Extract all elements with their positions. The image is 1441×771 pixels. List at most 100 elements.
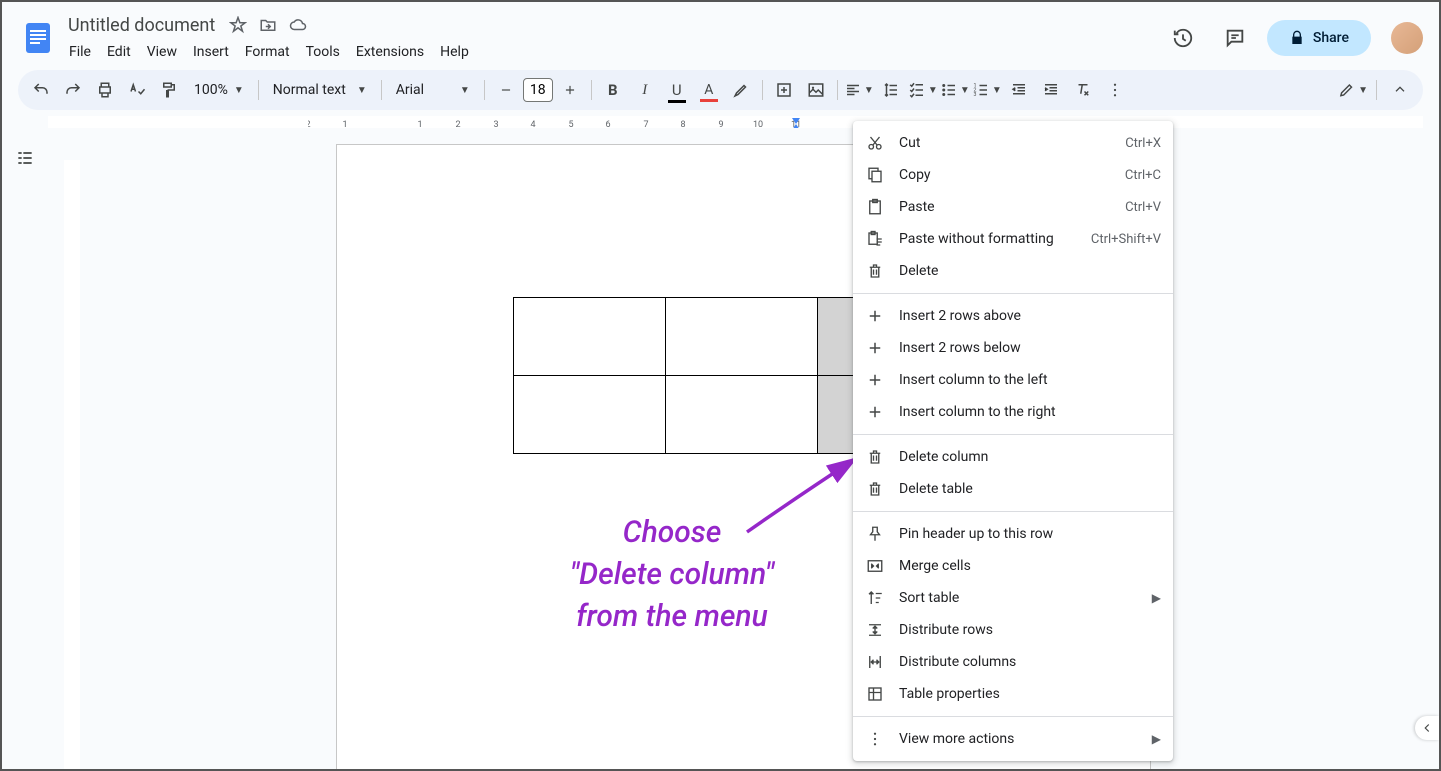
context-menu-item-insert-column-to-the-left[interactable]: Insert column to the left bbox=[853, 364, 1173, 396]
table-cell[interactable] bbox=[666, 298, 818, 376]
context-menu-item-delete[interactable]: Delete bbox=[853, 255, 1173, 287]
document-title[interactable]: Untitled document bbox=[62, 13, 221, 38]
menu-insert[interactable]: Insert bbox=[186, 40, 236, 64]
paint-format-button[interactable] bbox=[154, 75, 184, 105]
context-menu-item-distribute-columns[interactable]: Distribute columns bbox=[853, 646, 1173, 678]
checklist-button[interactable]: ▼ bbox=[908, 75, 938, 105]
context-menu-shortcut: Ctrl+X bbox=[1125, 136, 1161, 151]
context-menu-label: Sort table bbox=[899, 590, 1152, 606]
context-menu-item-copy[interactable]: CopyCtrl+C bbox=[853, 159, 1173, 191]
move-icon[interactable] bbox=[259, 16, 277, 34]
history-icon[interactable] bbox=[1163, 18, 1203, 58]
italic-button[interactable]: I bbox=[630, 75, 660, 105]
menu-format[interactable]: Format bbox=[238, 40, 297, 64]
context-menu: CutCtrl+XCopyCtrl+CPasteCtrl+VPaste with… bbox=[853, 121, 1173, 761]
context-menu-label: View more actions bbox=[899, 731, 1152, 747]
redo-button[interactable] bbox=[58, 75, 88, 105]
menu-view[interactable]: View bbox=[140, 40, 184, 64]
share-button[interactable]: Share bbox=[1267, 20, 1371, 56]
table-cell[interactable] bbox=[514, 298, 666, 376]
zoom-dropdown[interactable]: 100%▼ bbox=[186, 82, 252, 98]
context-menu-label: Distribute columns bbox=[899, 654, 1161, 670]
star-icon[interactable] bbox=[229, 16, 247, 34]
context-menu-item-cut[interactable]: CutCtrl+X bbox=[853, 127, 1173, 159]
context-menu-label: Table properties bbox=[899, 686, 1161, 702]
table-cell[interactable] bbox=[514, 376, 666, 454]
sort-icon bbox=[865, 588, 885, 608]
menu-help[interactable]: Help bbox=[433, 40, 476, 64]
context-menu-item-view-more-actions[interactable]: View more actions▶ bbox=[853, 723, 1173, 755]
context-menu-item-insert-2-rows-above[interactable]: Insert 2 rows above bbox=[853, 300, 1173, 332]
insert-image-button[interactable] bbox=[801, 75, 831, 105]
menubar: File Edit View Insert Format Tools Exten… bbox=[62, 40, 1163, 64]
clear-formatting-button[interactable] bbox=[1068, 75, 1098, 105]
font-dropdown[interactable]: Arial▼ bbox=[388, 82, 478, 98]
trash-icon bbox=[865, 261, 885, 281]
context-menu-item-table-properties[interactable]: Table properties bbox=[853, 678, 1173, 710]
editing-mode-button[interactable]: ▼ bbox=[1338, 75, 1368, 105]
context-menu-item-insert-column-to-the-right[interactable]: Insert column to the right bbox=[853, 396, 1173, 428]
align-button[interactable]: ▼ bbox=[844, 75, 874, 105]
paste-icon bbox=[865, 197, 885, 217]
print-button[interactable] bbox=[90, 75, 120, 105]
underline-button[interactable]: U bbox=[662, 75, 692, 105]
menu-tools[interactable]: Tools bbox=[299, 40, 347, 64]
paragraph-style-dropdown[interactable]: Normal text▼ bbox=[265, 82, 375, 98]
copy-icon bbox=[865, 165, 885, 185]
context-menu-item-distribute-rows[interactable]: Distribute rows bbox=[853, 614, 1173, 646]
vertical-ruler[interactable] bbox=[64, 160, 80, 769]
bold-button[interactable]: B bbox=[598, 75, 628, 105]
indent-decrease-button[interactable] bbox=[1004, 75, 1034, 105]
font-size-input[interactable] bbox=[523, 78, 553, 102]
context-menu-label: Insert column to the right bbox=[899, 404, 1161, 420]
trash-icon bbox=[865, 447, 885, 467]
font-size-increase[interactable] bbox=[555, 75, 585, 105]
distribute-cols-icon bbox=[865, 652, 885, 672]
context-menu-label: Delete column bbox=[899, 449, 1161, 465]
undo-button[interactable] bbox=[26, 75, 56, 105]
pin-icon bbox=[865, 524, 885, 544]
spellcheck-button[interactable] bbox=[122, 75, 152, 105]
table-cell[interactable] bbox=[666, 376, 818, 454]
text-color-button[interactable]: A bbox=[694, 75, 724, 105]
context-menu-shortcut: Ctrl+C bbox=[1125, 168, 1161, 183]
toolbar: 100%▼ Normal text▼ Arial▼ B I U A ▼ ▼ ▼ … bbox=[18, 70, 1423, 110]
outline-icon[interactable] bbox=[15, 148, 35, 769]
menu-file[interactable]: File bbox=[62, 40, 98, 64]
collapse-toolbar-button[interactable] bbox=[1385, 75, 1415, 105]
context-menu-item-insert-2-rows-below[interactable]: Insert 2 rows below bbox=[853, 332, 1173, 364]
side-panel-toggle[interactable] bbox=[1415, 716, 1439, 740]
insert-link-button[interactable] bbox=[769, 75, 799, 105]
plus-icon bbox=[865, 370, 885, 390]
line-spacing-button[interactable] bbox=[876, 75, 906, 105]
numbered-list-button[interactable]: 123▼ bbox=[972, 75, 1002, 105]
docs-logo[interactable] bbox=[18, 18, 58, 58]
cloud-icon[interactable] bbox=[289, 16, 307, 34]
context-menu-item-pin-header-up-to-this-row[interactable]: Pin header up to this row bbox=[853, 518, 1173, 550]
avatar[interactable] bbox=[1391, 22, 1423, 54]
highlight-button[interactable] bbox=[726, 75, 756, 105]
context-menu-label: Cut bbox=[899, 135, 1125, 151]
context-menu-item-merge-cells[interactable]: Merge cells bbox=[853, 550, 1173, 582]
cut-icon bbox=[865, 133, 885, 153]
context-menu-shortcut: Ctrl+Shift+V bbox=[1091, 232, 1161, 247]
context-menu-label: Insert column to the left bbox=[899, 372, 1161, 388]
context-menu-item-paste-without-formatting[interactable]: Paste without formattingCtrl+Shift+V bbox=[853, 223, 1173, 255]
font-size-decrease[interactable] bbox=[491, 75, 521, 105]
context-menu-label: Copy bbox=[899, 167, 1125, 183]
indent-increase-button[interactable] bbox=[1036, 75, 1066, 105]
distribute-rows-icon bbox=[865, 620, 885, 640]
header: Untitled document File Edit View Insert … bbox=[2, 2, 1439, 66]
bullet-list-button[interactable]: ▼ bbox=[940, 75, 970, 105]
context-menu-item-delete-table[interactable]: Delete table bbox=[853, 473, 1173, 505]
context-menu-item-paste[interactable]: PasteCtrl+V bbox=[853, 191, 1173, 223]
context-menu-shortcut: Ctrl+V bbox=[1125, 200, 1161, 215]
context-menu-label: Pin header up to this row bbox=[899, 526, 1161, 542]
context-menu-item-delete-column[interactable]: Delete column bbox=[853, 441, 1173, 473]
menu-extensions[interactable]: Extensions bbox=[349, 40, 431, 64]
more-toolbar-button[interactable] bbox=[1100, 75, 1130, 105]
context-menu-label: Paste without formatting bbox=[899, 231, 1091, 247]
context-menu-item-sort-table[interactable]: Sort table▶ bbox=[853, 582, 1173, 614]
comments-icon[interactable] bbox=[1215, 18, 1255, 58]
menu-edit[interactable]: Edit bbox=[100, 40, 138, 64]
